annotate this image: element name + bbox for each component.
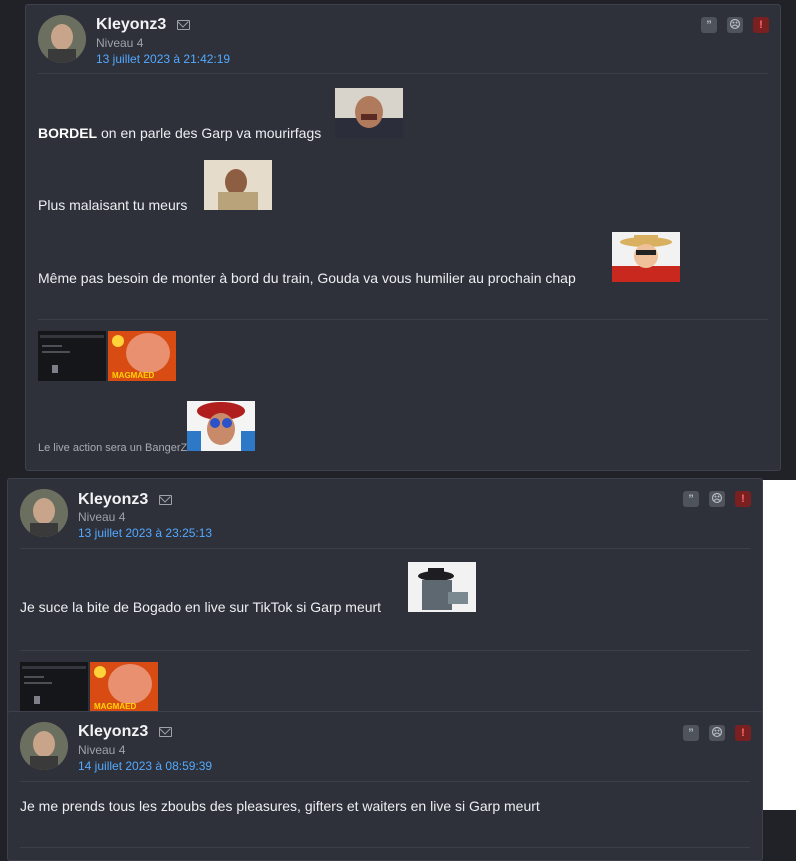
report-icon[interactable]: ! — [735, 725, 751, 741]
user-level: Niveau 4 — [78, 743, 126, 757]
user-level: Niveau 4 — [78, 510, 126, 524]
page-edge — [762, 480, 796, 810]
username[interactable]: Kleyonz3 — [78, 491, 148, 509]
sticker-man-facepalm[interactable] — [204, 160, 272, 210]
username[interactable]: Kleyonz3 — [78, 723, 148, 741]
post-date-link[interactable]: 13 juillet 2023 à 23:25:13 — [78, 526, 212, 540]
header-divider — [38, 73, 768, 74]
sticker-cowboy-figure[interactable] — [408, 562, 476, 612]
avatar[interactable] — [20, 722, 68, 770]
post-line: Même pas besoin de monter à bord du trai… — [38, 270, 576, 286]
sticker-straw-hat-man[interactable] — [612, 232, 680, 282]
quote-icon[interactable]: ” — [683, 725, 699, 741]
content-divider — [20, 847, 750, 848]
forum-post: Kleyonz3 Niveau 4 13 juillet 2023 à 23:2… — [7, 478, 763, 718]
post-date-link[interactable]: 13 juillet 2023 à 21:42:19 — [96, 52, 230, 66]
forum-post: Kleyonz3 Niveau 4 14 juillet 2023 à 08:5… — [7, 711, 763, 861]
sticker-laughing-man[interactable] — [335, 88, 403, 138]
post-line: Je suce la bite de Bogado en live sur Ti… — [20, 599, 382, 615]
sad-face-icon[interactable]: ☹ — [709, 491, 725, 507]
header-divider — [20, 781, 750, 782]
sad-face-icon[interactable]: ☹ — [709, 725, 725, 741]
signature-magmaed-image[interactable]: MAGMAED — [108, 331, 176, 381]
mail-icon[interactable] — [159, 495, 172, 505]
mail-icon[interactable] — [159, 727, 172, 737]
forum-post: Kleyonz3 Niveau 4 13 juillet 2023 à 21:4… — [25, 4, 781, 471]
signature-caption: Le live action sera un BangerZ — [38, 442, 188, 454]
username[interactable]: Kleyonz3 — [96, 16, 166, 34]
magmaed-text: MAGMAED — [112, 371, 154, 380]
post-date-link[interactable]: 14 juillet 2023 à 08:59:39 — [78, 759, 212, 773]
signature-divider — [38, 319, 768, 320]
report-icon[interactable]: ! — [753, 17, 769, 33]
line-text: on en parle des Garp va mourirfags — [97, 125, 322, 141]
mail-icon[interactable] — [177, 20, 190, 30]
quote-icon[interactable]: ” — [701, 17, 717, 33]
signature-magmaed-image[interactable]: MAGMAED — [90, 662, 158, 712]
report-icon[interactable]: ! — [735, 491, 751, 507]
bold-text: BORDEL — [38, 125, 98, 141]
header-divider — [20, 548, 750, 549]
magmaed-text: MAGMAED — [94, 702, 136, 711]
post-line: Plus malaisant tu meurs — [38, 197, 188, 213]
signature-screenshot-image[interactable] — [38, 331, 106, 381]
quote-icon[interactable]: ” — [683, 491, 699, 507]
user-level: Niveau 4 — [96, 36, 144, 50]
post-line: BORDEL on en parle des Garp va mourirfag… — [38, 125, 321, 141]
avatar[interactable] — [38, 15, 86, 63]
signature-divider — [20, 650, 750, 651]
post-line: Je me prends tous les zboubs des pleasur… — [20, 798, 540, 814]
avatar[interactable] — [20, 489, 68, 537]
signature-goggles-character[interactable] — [187, 401, 255, 451]
signature-screenshot-image[interactable] — [20, 662, 88, 712]
sad-face-icon[interactable]: ☹ — [727, 17, 743, 33]
